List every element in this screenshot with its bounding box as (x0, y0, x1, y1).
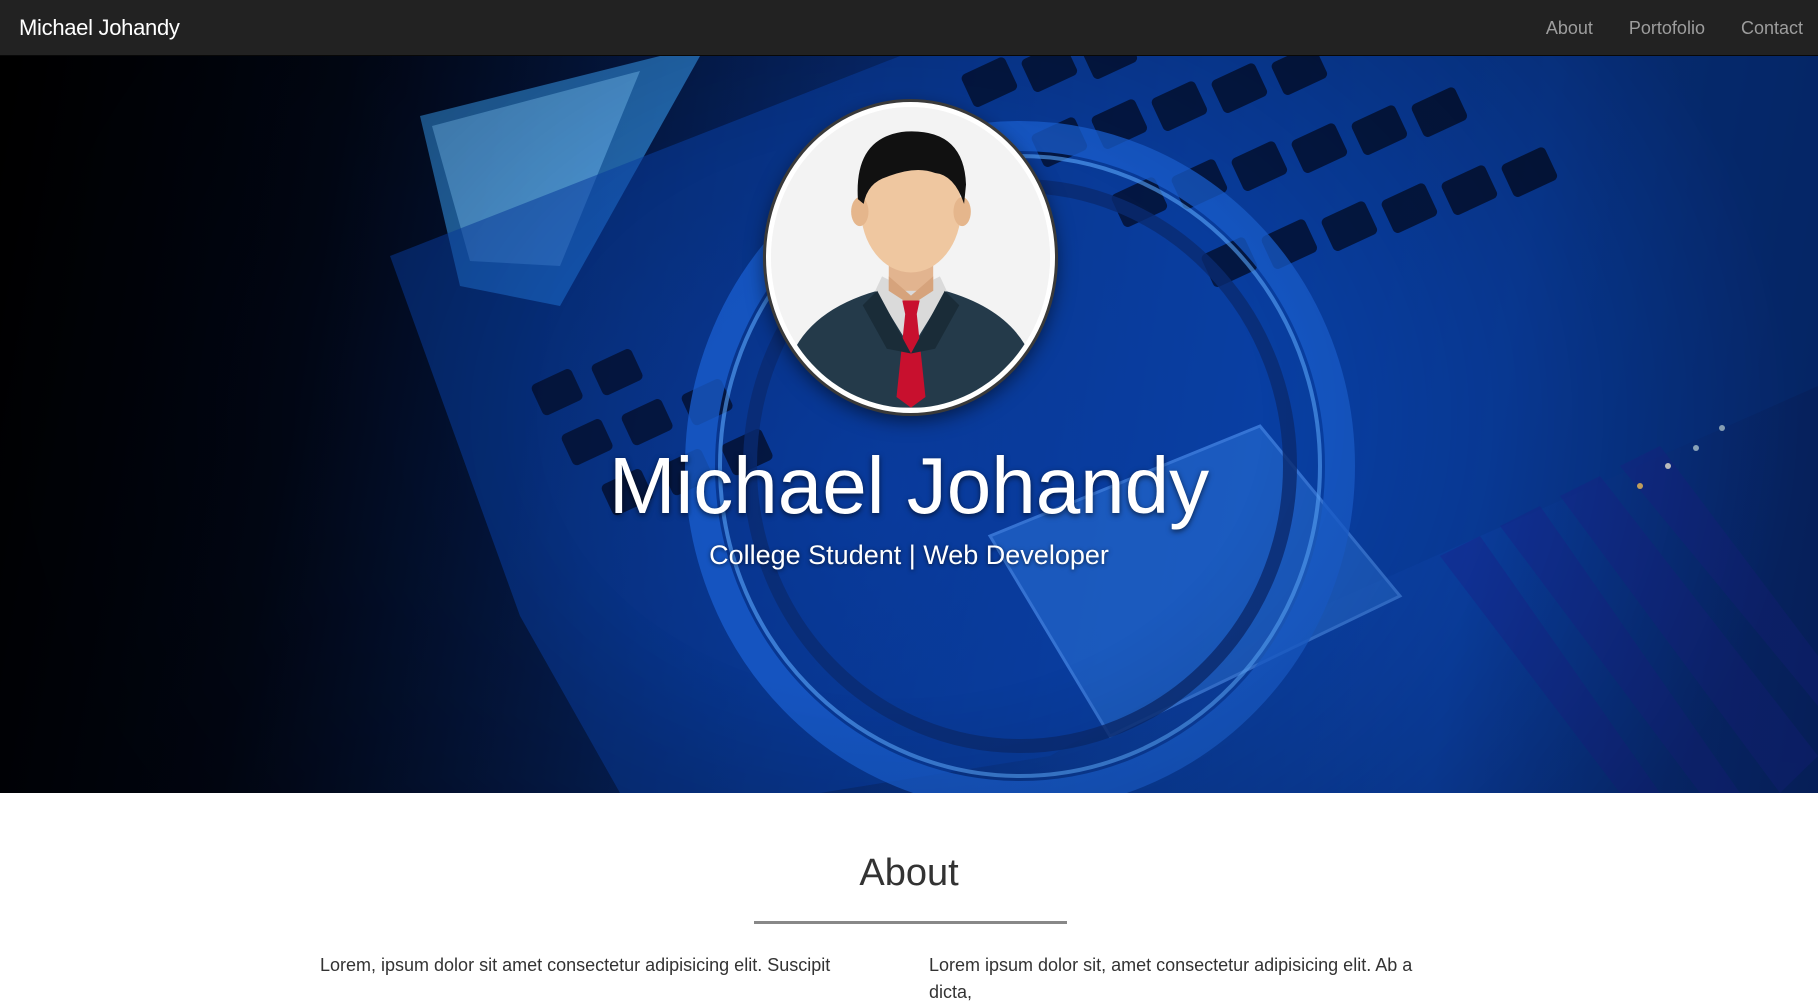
hero-tagline: College Student | Web Developer (709, 540, 1109, 570)
nav-link-about[interactable]: About (1528, 0, 1611, 56)
nav-link-contact[interactable]: Contact (1723, 0, 1818, 56)
hero-section: Michael Johandy College Student | Web De… (0, 56, 1818, 793)
about-divider (754, 921, 1067, 924)
navbar: Michael Johandy About Portofolio Contact (0, 0, 1818, 56)
about-text-right: Lorem ipsum dolor sit, amet consectetur … (929, 955, 1413, 1002)
about-title: About (859, 852, 959, 894)
about-text-left: Lorem, ipsum dolor sit amet consectetur … (320, 955, 831, 975)
brand-link[interactable]: Michael Johandy (0, 15, 180, 41)
profile-avatar (766, 102, 1055, 413)
person-avatar-icon (771, 107, 1050, 408)
hero-name: Michael Johandy (608, 441, 1210, 530)
nav-links: About Portofolio Contact (1528, 0, 1818, 56)
nav-link-portofolio[interactable]: Portofolio (1611, 0, 1723, 56)
